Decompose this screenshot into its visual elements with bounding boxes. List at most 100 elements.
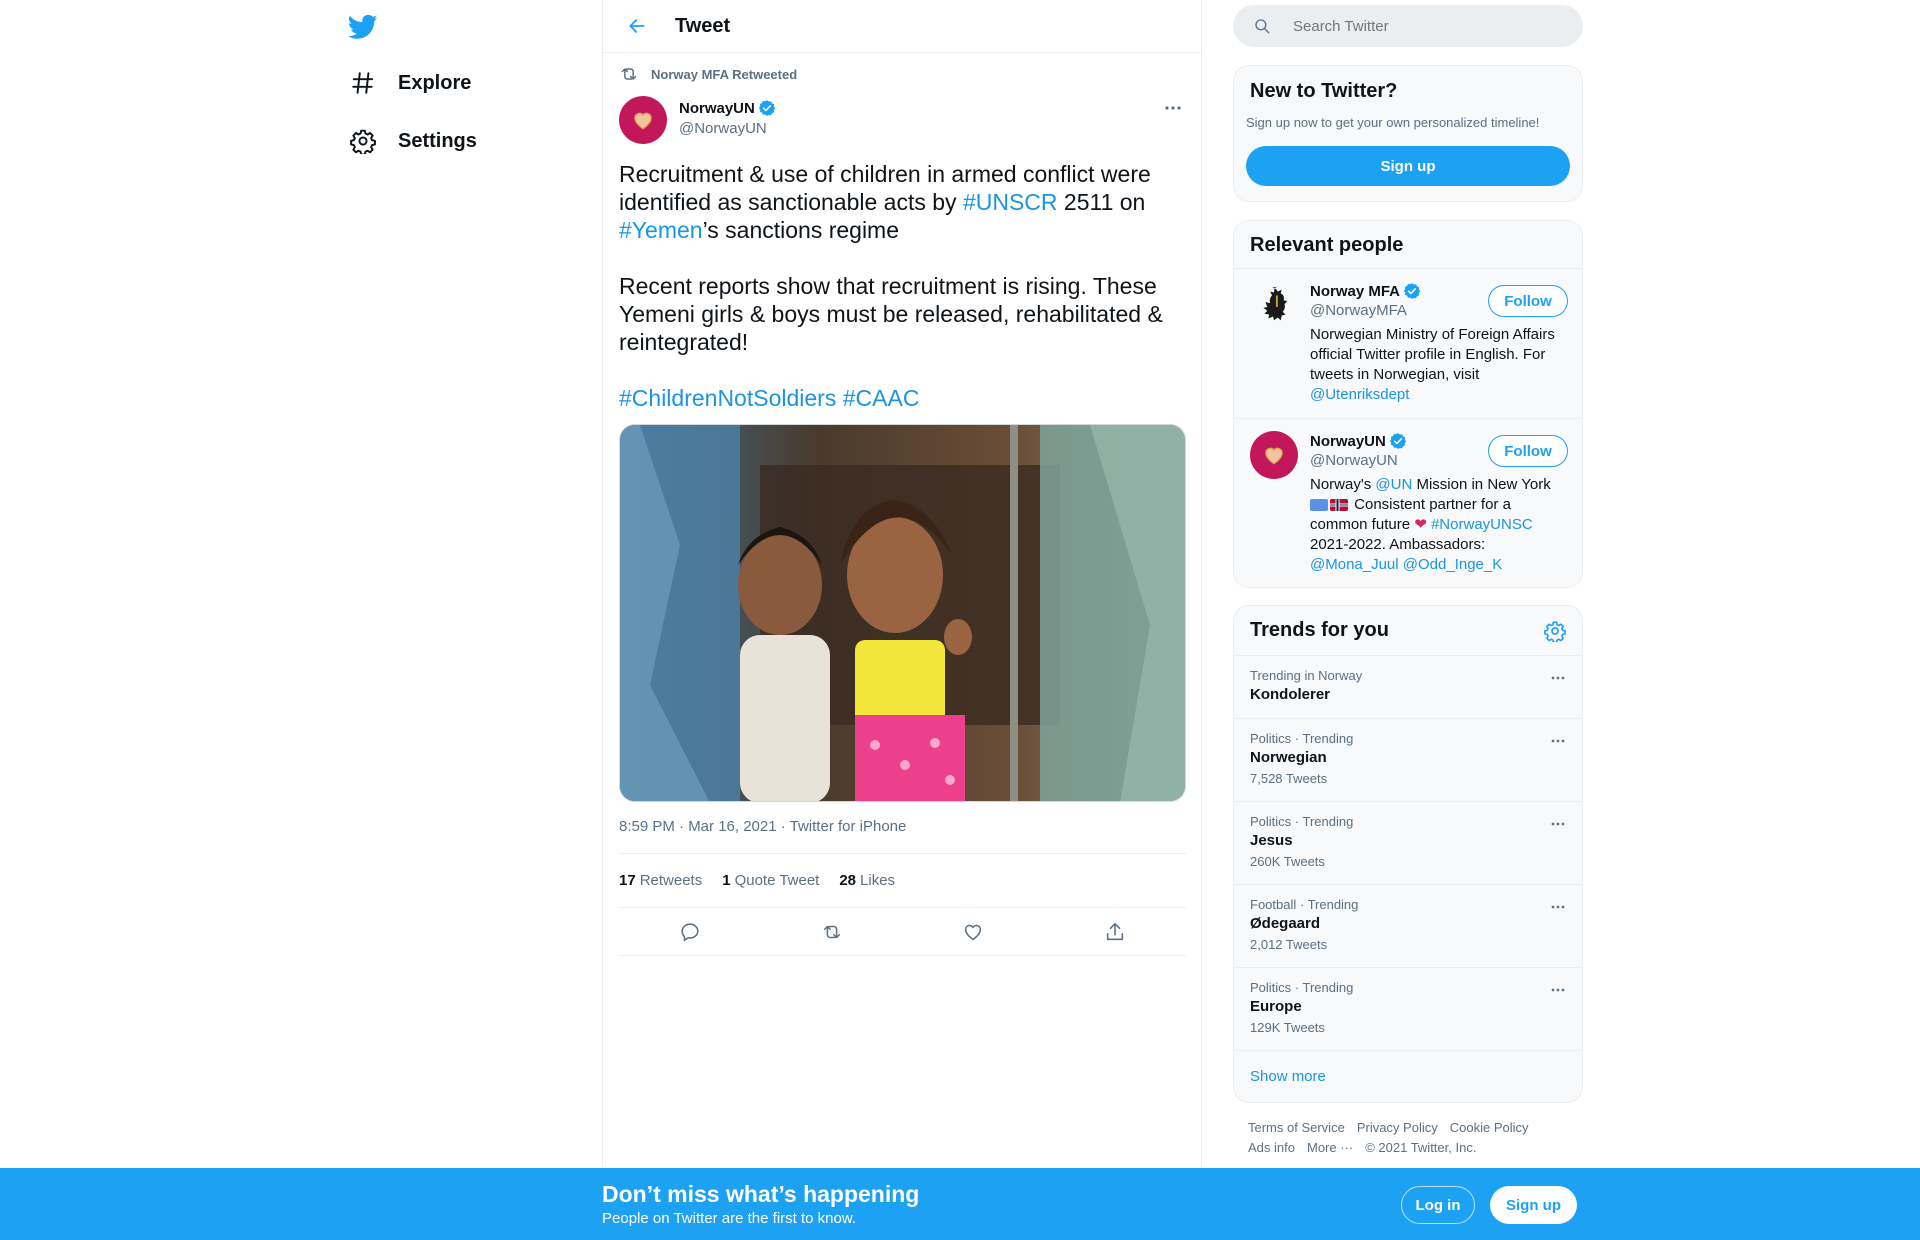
sidebar-signup-button[interactable]: Sign up — [1246, 146, 1570, 186]
page-title: Tweet — [675, 14, 731, 37]
quotes-label: Quote Tweet — [734, 872, 820, 889]
verified-badge-icon — [758, 100, 776, 116]
banner-subtitle: People on Twitter are the first to know. — [602, 1210, 857, 1227]
bio-text: Mission in New York — [1412, 476, 1551, 493]
mention-link[interactable]: @Utenriksdept — [1310, 386, 1409, 403]
new-to-twitter-subtitle: Sign up now to get your own personalized… — [1246, 115, 1540, 130]
tweet-timestamp[interactable]: 8:59 PM · Mar 16, 2021 · Twitter for iPh… — [619, 818, 906, 835]
login-button[interactable]: Log in — [1401, 1186, 1475, 1224]
trend-context: Trending in Norway — [1250, 668, 1363, 683]
back-button[interactable] — [619, 8, 655, 44]
retweet-icon — [621, 68, 637, 80]
retweeted-by[interactable]: Norway MFA Retweeted — [619, 64, 797, 84]
hashtag-link[interactable]: #CAAC — [843, 385, 920, 411]
person-bio: Norway's @UN Mission in New York Consist… — [1310, 475, 1570, 575]
heart-logo-icon — [634, 112, 652, 130]
like-icon[interactable] — [962, 921, 984, 943]
trend-context: Politics · Trending — [1250, 980, 1354, 995]
author-handle[interactable]: @NorwayUN — [679, 120, 767, 137]
search-input[interactable] — [1293, 17, 1553, 35]
author-name-text: NorwayUN — [679, 99, 755, 117]
trend-item[interactable]: Football · Trending Ødegaard 2,012 Tweet… — [1234, 884, 1582, 967]
reply-icon[interactable] — [679, 921, 701, 943]
verified-badge-icon — [1403, 283, 1421, 299]
footer-link[interactable]: Ads info — [1248, 1140, 1295, 1155]
author-avatar[interactable] — [619, 96, 667, 144]
trend-name: Norwegian — [1250, 749, 1327, 766]
more-options-icon[interactable] — [1548, 980, 1568, 1000]
trend-item[interactable]: Politics · Trending Norwegian 7,528 Twee… — [1234, 718, 1582, 801]
search-box[interactable] — [1233, 5, 1583, 47]
retweet-icon[interactable] — [821, 921, 843, 943]
footer-link[interactable]: Privacy Policy — [1357, 1120, 1438, 1135]
tweet-text-part: ’s sanctions regime — [702, 217, 900, 243]
hashtag-link[interactable]: #ChildrenNotSoldiers — [619, 385, 836, 411]
mention-link[interactable]: @Mona_Juul — [1310, 556, 1399, 573]
person-norwayun[interactable]: NorwayUN @NorwayUN Follow Norway's @UN M… — [1234, 419, 1582, 587]
twitter-bird-icon[interactable] — [347, 12, 380, 40]
banner-title: Don’t miss what’s happening — [602, 1181, 920, 1207]
trend-context: Politics · Trending — [1250, 814, 1354, 829]
person-name-text: Norway MFA — [1310, 282, 1401, 300]
tweet-text-part: 2511 on — [1057, 189, 1146, 215]
trend-count: 129K Tweets — [1250, 1020, 1325, 1035]
more-options-icon[interactable] — [1548, 731, 1568, 751]
signup-button[interactable]: Sign up — [1490, 1186, 1577, 1224]
more-options-icon[interactable] — [1548, 814, 1568, 834]
signup-banner: Don’t miss what’s happening People on Tw… — [0, 1168, 1920, 1240]
column-header: Tweet — [603, 0, 1201, 53]
person-name: NorwayUN — [1310, 432, 1407, 450]
more-options-icon[interactable] — [1161, 96, 1185, 120]
likes-label: Likes — [860, 872, 896, 889]
likes-stat[interactable]: 28 Likes — [839, 872, 915, 889]
tweet-stats: 17 Retweets 1 Quote Tweet 28 Likes — [619, 853, 1186, 908]
more-options-icon[interactable] — [1548, 897, 1568, 917]
trend-count: 2,012 Tweets — [1250, 937, 1328, 952]
person-handle: @NorwayUN — [1310, 452, 1398, 469]
trend-item[interactable]: Trending in Norway Kondolerer — [1234, 655, 1582, 718]
footer-links: Terms of Service Privacy Policy Cookie Pol… — [1248, 1118, 1578, 1158]
footer-link[interactable]: Cookie Policy — [1450, 1120, 1529, 1135]
trend-name: Kondolerer — [1250, 686, 1331, 703]
author-name[interactable]: NorwayUN — [679, 99, 776, 117]
trend-item[interactable]: Politics · Trending Jesus 260K Tweets — [1234, 801, 1582, 884]
nav-settings-label: Settings — [398, 129, 477, 152]
gear-icon[interactable] — [1544, 620, 1566, 642]
share-icon[interactable] — [1104, 921, 1126, 943]
trend-item[interactable]: Politics · Trending Europe 129K Tweets — [1234, 967, 1582, 1050]
norway-flag-icon — [1330, 499, 1348, 512]
person-name-text: NorwayUN — [1310, 432, 1386, 450]
nav-settings[interactable]: Settings — [350, 121, 477, 161]
copyright: © 2021 Twitter, Inc. — [1365, 1140, 1477, 1155]
relevant-people-card: Relevant people Norway MFA @NorwayMFA Fo… — [1233, 220, 1583, 588]
avatar[interactable] — [1250, 431, 1298, 479]
nav-explore[interactable]: Explore — [350, 63, 471, 103]
footer-link[interactable]: Terms of Service — [1248, 1120, 1345, 1135]
mention-link[interactable]: @Odd_Inge_K — [1403, 556, 1502, 573]
more-options-icon[interactable] — [1548, 668, 1568, 688]
tweet-text: Recruitment & use of children in armed c… — [619, 160, 1189, 440]
hashtag-link[interactable]: #Yemen — [619, 217, 703, 243]
quotes-stat[interactable]: 1 Quote Tweet — [722, 872, 839, 889]
hashtag-link[interactable]: #UNSCR — [963, 189, 1058, 215]
person-bio: Norwegian Ministry of Foreign Affairs of… — [1310, 325, 1570, 405]
un-flag-icon — [1310, 499, 1328, 512]
hashtag-link[interactable]: #NorwayUNSC — [1431, 516, 1533, 533]
show-more-link[interactable]: Show more — [1250, 1068, 1326, 1085]
retweets-stat[interactable]: 17 Retweets — [619, 872, 722, 889]
trend-count: 260K Tweets — [1250, 854, 1325, 869]
bio-text: 2021-2022. Ambassadors: — [1310, 536, 1486, 553]
relevant-people-title: Relevant people — [1250, 234, 1404, 256]
person-norwaymfa[interactable]: Norway MFA @NorwayMFA Follow Norwegian M… — [1234, 269, 1582, 419]
follow-button[interactable]: Follow — [1488, 435, 1568, 467]
follow-button[interactable]: Follow — [1488, 285, 1568, 317]
mention-link[interactable]: @UN — [1375, 476, 1412, 493]
heart-logo-icon — [1265, 447, 1283, 465]
tweet-photo[interactable] — [619, 424, 1186, 802]
footer-link[interactable]: More ··· — [1307, 1140, 1353, 1155]
gear-icon — [350, 129, 376, 154]
tweet-paragraph-2: Recent reports show that recruitment is … — [619, 273, 1163, 355]
new-to-twitter-card: New to Twitter? Sign up now to get your … — [1233, 65, 1583, 202]
verified-badge-icon — [1389, 433, 1407, 449]
avatar[interactable] — [1250, 281, 1298, 329]
